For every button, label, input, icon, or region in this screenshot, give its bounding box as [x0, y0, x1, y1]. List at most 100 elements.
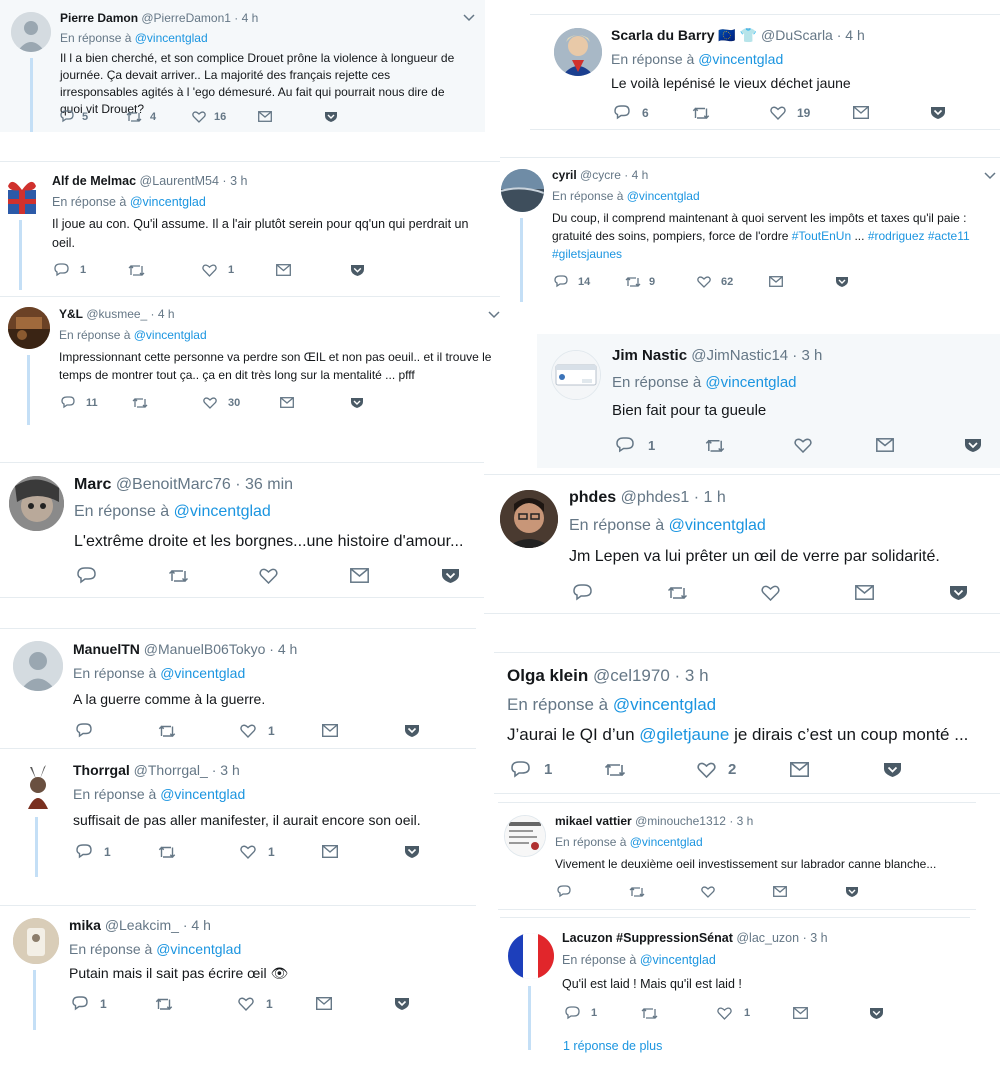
author-handle[interactable]: @kusmee_ [86, 307, 147, 321]
retweet-button[interactable]: 4 [126, 111, 192, 123]
author-name[interactable]: Scarla du Barry [611, 27, 715, 43]
author-name[interactable]: Jim Nastic [612, 347, 687, 364]
retweet-button[interactable] [158, 724, 240, 738]
tweet-olga-klein[interactable]: Olga klein @cel1970 · 3 h En réponse à @… [494, 652, 1000, 794]
author-name[interactable]: ManuelTN [73, 641, 140, 657]
tweet-time[interactable]: 36 min [245, 476, 293, 493]
mention-link[interactable]: @vincentglad [630, 835, 703, 849]
author-handle[interactable]: @Thorrgal_ [134, 762, 208, 778]
portrait-avatar[interactable] [554, 28, 602, 76]
retweet-button[interactable] [705, 438, 794, 453]
tweet-time[interactable]: 4 h [632, 168, 649, 182]
author-name[interactable]: Lacuzon #SuppressionSénat [562, 931, 733, 945]
retweet-button[interactable] [158, 845, 240, 859]
tweet-manueltn[interactable]: ManuelTN @ManuelB06Tokyo · 4 h En répons… [0, 628, 476, 748]
more-button[interactable] [324, 111, 338, 122]
more-button[interactable] [441, 568, 460, 583]
author-handle[interactable]: @BenoitMarc76 [116, 476, 231, 493]
hashtag-link[interactable]: #acte11 [928, 229, 970, 243]
more-button[interactable] [964, 438, 982, 452]
reply-button[interactable] [76, 723, 158, 738]
author-handle[interactable]: @JimNastic14 [691, 347, 788, 364]
author-handle[interactable]: @ManuelB06Tokyo [144, 641, 266, 657]
author-name[interactable]: cyril [552, 168, 577, 182]
face-avatar[interactable] [9, 476, 64, 531]
dm-button[interactable] [350, 568, 441, 583]
retweet-button[interactable] [155, 997, 238, 1011]
author-handle[interactable]: @lac_uzon [736, 931, 799, 945]
author-handle[interactable]: @PierreDamon1 [141, 11, 231, 25]
tweet-time[interactable]: 3 h [801, 347, 822, 364]
author-handle[interactable]: @cel1970 [593, 666, 670, 685]
mention-link[interactable]: @vincentglad [640, 953, 716, 967]
more-button[interactable] [404, 845, 420, 858]
mention-link[interactable]: @vincentglad [160, 665, 245, 681]
reply-button[interactable]: 1 [76, 844, 158, 859]
room-avatar[interactable] [8, 307, 50, 349]
tweet-mika[interactable]: mika @Leakcim_ · 4 h En réponse à @vince… [0, 905, 476, 1068]
dm-button[interactable] [258, 111, 324, 122]
tweet-marc[interactable]: Marc @BenoitMarc76 · 36 min En réponse à… [0, 462, 484, 598]
more-button[interactable] [869, 1007, 884, 1019]
reply-button[interactable]: 1 [54, 263, 128, 277]
tweet-time[interactable]: 3 h [810, 931, 827, 945]
hashtag-link[interactable]: #rodriguez [868, 229, 925, 243]
tweet-pierre-damon[interactable]: Pierre Damon @PierreDamon1 · 4 h En répo… [0, 0, 485, 132]
reply-button[interactable]: 1 [511, 761, 604, 778]
tweet-phdes[interactable]: phdes @phdes1 · 1 h En réponse à @vincen… [484, 474, 1000, 614]
like-button[interactable] [259, 568, 350, 584]
more-button[interactable] [404, 724, 420, 737]
landscape-avatar[interactable] [501, 169, 544, 212]
like-button[interactable]: 1 [717, 1006, 793, 1020]
dm-button[interactable] [316, 997, 394, 1010]
more-button[interactable] [949, 585, 968, 600]
retweet-button[interactable] [604, 762, 697, 778]
reply-button[interactable] [573, 584, 667, 601]
photo-avatar[interactable] [13, 918, 59, 964]
retweet-button[interactable] [128, 264, 202, 277]
tweet-time[interactable]: 4 h [845, 27, 864, 43]
tweet-time[interactable]: 4 h [191, 917, 210, 933]
dm-button[interactable] [773, 886, 845, 897]
like-button[interactable]: 30 [203, 397, 280, 409]
author-name[interactable]: Thorrgal [73, 762, 130, 778]
tweet-time[interactable]: 4 h [158, 307, 175, 321]
default-avatar[interactable] [13, 641, 63, 691]
author-handle[interactable]: @minouche1312 [635, 814, 726, 828]
mention-link[interactable]: @vincentglad [705, 374, 796, 391]
tweet-y-and-l[interactable]: Y&L @kusmee_ · 4 h En réponse à @vincent… [0, 296, 510, 430]
tweet-time[interactable]: 3 h [230, 174, 247, 188]
figure-avatar[interactable] [20, 763, 56, 811]
like-button[interactable]: 1 [238, 997, 316, 1011]
document-avatar[interactable] [504, 815, 546, 857]
like-button[interactable]: 1 [202, 263, 276, 277]
like-button[interactable]: 1 [240, 724, 322, 738]
tweet-scarla-du-barry[interactable]: Scarla du Barry 🇪🇺 👕 @DuScarla · 4 h En … [530, 14, 1000, 130]
like-button[interactable] [794, 438, 876, 453]
mention-link[interactable]: @vincentglad [130, 195, 206, 209]
mention-link[interactable]: @vincentglad [135, 31, 208, 45]
reply-button[interactable]: 1 [616, 437, 705, 453]
like-button[interactable] [701, 885, 773, 898]
mention-link[interactable]: @vincentglad [174, 503, 271, 520]
tweet-time[interactable]: 3 h [220, 762, 239, 778]
mention-link[interactable]: @giletjaune [639, 725, 729, 744]
reply-button[interactable]: 1 [565, 1006, 641, 1020]
tweet-jim-nastic[interactable]: Jim Nastic @JimNastic14 · 3 h En réponse… [537, 334, 1000, 468]
author-handle[interactable]: @Leakcim_ [105, 917, 179, 933]
hashtag-link[interactable]: #ToutEnUn [792, 229, 851, 243]
reply-button[interactable] [77, 567, 168, 584]
reply-button[interactable]: 11 [61, 396, 132, 409]
chevron-down-icon[interactable] [984, 172, 996, 180]
dm-button[interactable] [280, 397, 350, 408]
like-button[interactable]: 16 [192, 111, 258, 123]
dm-button[interactable] [322, 724, 404, 737]
chevron-down-icon[interactable] [488, 311, 500, 319]
author-handle[interactable]: @phdes1 [621, 489, 690, 506]
author-name[interactable]: mika [69, 917, 101, 933]
retweet-button[interactable] [629, 886, 701, 898]
author-name[interactable]: Pierre Damon [60, 11, 138, 25]
like-button[interactable] [761, 585, 855, 601]
reply-button[interactable]: 6 [614, 105, 692, 120]
dm-button[interactable] [876, 438, 964, 452]
